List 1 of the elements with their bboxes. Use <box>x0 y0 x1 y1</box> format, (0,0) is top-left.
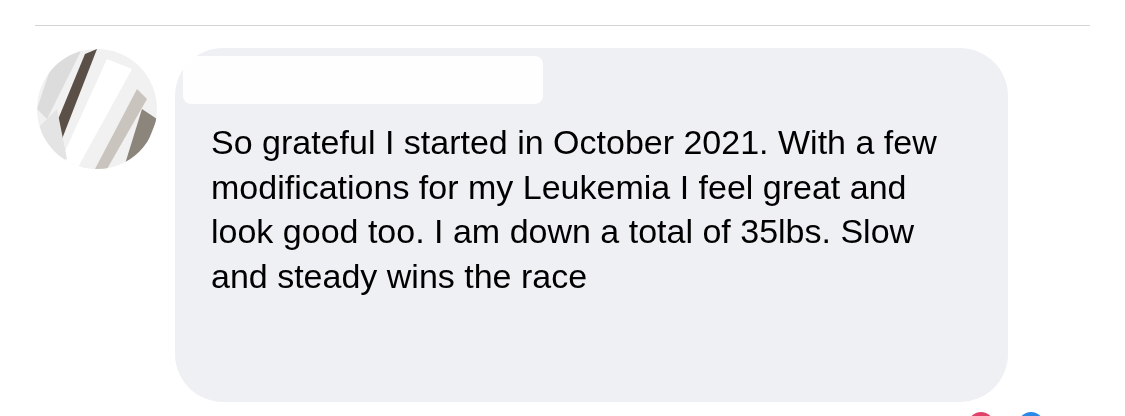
comment-text: So grateful I started in October 2021. With a few modifications for my Leukemia I feel great and look good too. I am down a total of 35lbs. Slow and steady wins the race <box>211 122 938 297</box>
